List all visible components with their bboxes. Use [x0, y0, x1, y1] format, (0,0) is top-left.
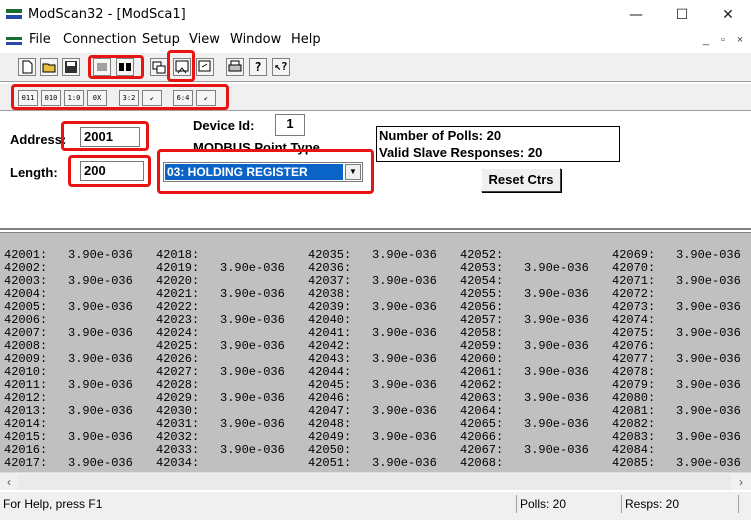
- register-address: 42017:: [4, 456, 48, 470]
- register-data-grid: 42001: 3.90e-036 42002: 42003: 3.90e-036 4200…: [0, 232, 751, 472]
- menu-window[interactable]: Window: [230, 32, 281, 47]
- register-address: 42068:: [460, 456, 504, 470]
- register-value: 3.90e-036: [68, 248, 133, 262]
- main-toolbar: ? ↖?: [0, 50, 751, 82]
- register-value: 3.90e-036: [68, 378, 133, 392]
- display-config-icon[interactable]: [150, 58, 168, 76]
- window-title: ModScan32 - [ModSca1]: [28, 7, 186, 22]
- register-value: 3.90e-036: [68, 352, 133, 366]
- register-value: 3.90e-036: [220, 365, 285, 379]
- register-value: 3.90e-036: [524, 417, 589, 431]
- register-value: 3.90e-036: [676, 456, 741, 470]
- polls-count-text: Number of Polls: 20: [379, 128, 502, 143]
- reset-counters-button[interactable]: Reset Ctrs: [481, 168, 561, 192]
- context-help-icon[interactable]: ↖?: [272, 58, 290, 76]
- register-value: 3.90e-036: [372, 248, 437, 262]
- menu-view[interactable]: View: [189, 32, 220, 47]
- mdi-close-button[interactable]: ×: [732, 33, 748, 47]
- register-value: 3.90e-036: [676, 274, 741, 288]
- register-value: 3.90e-036: [68, 404, 133, 418]
- length-label: Length:: [10, 165, 58, 180]
- register-value: 3.90e-036: [676, 404, 741, 418]
- connect-highlight: [88, 55, 144, 79]
- register-value: 3.90e-036: [524, 365, 589, 379]
- maximize-button[interactable]: ☐: [660, 0, 704, 30]
- register-address: 42051:: [308, 456, 352, 470]
- register-value: 3.90e-036: [372, 404, 437, 418]
- new-file-icon[interactable]: [18, 58, 36, 76]
- register-value: 3.90e-036: [68, 300, 133, 314]
- display-format-toolbar: 011 010 1:0 0X 3:2 ↙ 6:4 ↙: [0, 83, 751, 111]
- device-id-label: Device Id:: [193, 118, 255, 133]
- format-highlight: [11, 84, 229, 110]
- resps-status-text: Resps: 20: [625, 497, 680, 511]
- register-value: 3.90e-036: [372, 274, 437, 288]
- menu-file[interactable]: File: [29, 32, 51, 47]
- menu-connection[interactable]: Connection: [63, 32, 137, 47]
- register-value: 3.90e-036: [372, 430, 437, 444]
- register-value: 3.90e-036: [220, 443, 285, 457]
- poll-stats-box: Number of Polls: 20 Valid Slave Response…: [376, 126, 620, 162]
- register-value: 3.90e-036: [524, 287, 589, 301]
- register-value: 3.90e-036: [372, 326, 437, 340]
- register-value: 3.90e-036: [68, 326, 133, 340]
- status-bar: For Help, press F1 Polls: 20 Resps: 20: [0, 492, 751, 520]
- register-value: 3.90e-036: [220, 313, 285, 327]
- close-button[interactable]: ✕: [706, 0, 750, 30]
- register-value: 3.90e-036: [372, 300, 437, 314]
- horizontal-scrollbar[interactable]: ‹ ›: [0, 472, 751, 490]
- register-value: 3.90e-036: [220, 339, 285, 353]
- register-value: 3.90e-036: [68, 456, 133, 470]
- register-value: 3.90e-036: [676, 326, 741, 340]
- address-highlight: [61, 121, 149, 151]
- scroll-right-icon[interactable]: ›: [733, 474, 749, 490]
- poll-icon[interactable]: [196, 58, 214, 76]
- valid-responses-text: Valid Slave Responses: 20: [379, 145, 543, 160]
- register-address: 42034:: [156, 456, 200, 470]
- device-id-field[interactable]: 1: [275, 114, 305, 136]
- print-icon[interactable]: [226, 58, 244, 76]
- point-type-highlight: [157, 149, 374, 194]
- register-value: 3.90e-036: [676, 352, 741, 366]
- length-highlight: [68, 155, 151, 187]
- register-value: 3.90e-036: [68, 430, 133, 444]
- register-value: 3.90e-036: [676, 300, 741, 314]
- document-icon[interactable]: [6, 37, 22, 45]
- register-value: 3.90e-036: [524, 261, 589, 275]
- register-value: 3.90e-036: [372, 456, 437, 470]
- menu-setup[interactable]: Setup: [142, 32, 180, 47]
- register-value: 3.90e-036: [676, 378, 741, 392]
- register-value: 3.90e-036: [524, 313, 589, 327]
- menu-bar: File Connection Setup View Window Help _…: [0, 30, 751, 50]
- help-status-text: For Help, press F1: [3, 497, 103, 511]
- save-icon[interactable]: [62, 58, 80, 76]
- mdi-restore-button[interactable]: ▫: [715, 33, 731, 47]
- register-value: 3.90e-036: [220, 287, 285, 301]
- register-address: 42085:: [612, 456, 656, 470]
- register-value: 3.90e-036: [676, 248, 741, 262]
- scroll-left-icon[interactable]: ‹: [1, 474, 17, 490]
- register-value: 3.90e-036: [220, 391, 285, 405]
- modscan-app-icon: [6, 9, 22, 19]
- polls-status-text: Polls: 20: [520, 497, 567, 511]
- minimize-button[interactable]: —: [614, 0, 658, 30]
- definition-highlight: [167, 50, 195, 82]
- register-value: 3.90e-036: [524, 339, 589, 353]
- address-label: Address:: [10, 132, 67, 147]
- help-icon[interactable]: ?: [249, 58, 267, 76]
- mdi-minimize-button[interactable]: _: [698, 33, 714, 47]
- register-value: 3.90e-036: [372, 352, 437, 366]
- open-folder-icon[interactable]: [40, 58, 58, 76]
- menu-help[interactable]: Help: [291, 32, 321, 47]
- register-value: 3.90e-036: [524, 443, 589, 457]
- register-value: 3.90e-036: [524, 391, 589, 405]
- title-bar: ModScan32 - [ModSca1] — ☐ ✕: [0, 0, 751, 30]
- scrollbar-track[interactable]: [18, 474, 731, 490]
- register-value: 3.90e-036: [676, 430, 741, 444]
- poll-definition-panel: Address: 2001 Length: 200 Device Id: 1 M…: [0, 112, 751, 230]
- register-value: 3.90e-036: [220, 417, 285, 431]
- register-value: 3.90e-036: [372, 378, 437, 392]
- register-value: 3.90e-036: [68, 274, 133, 288]
- register-value: 3.90e-036: [220, 261, 285, 275]
